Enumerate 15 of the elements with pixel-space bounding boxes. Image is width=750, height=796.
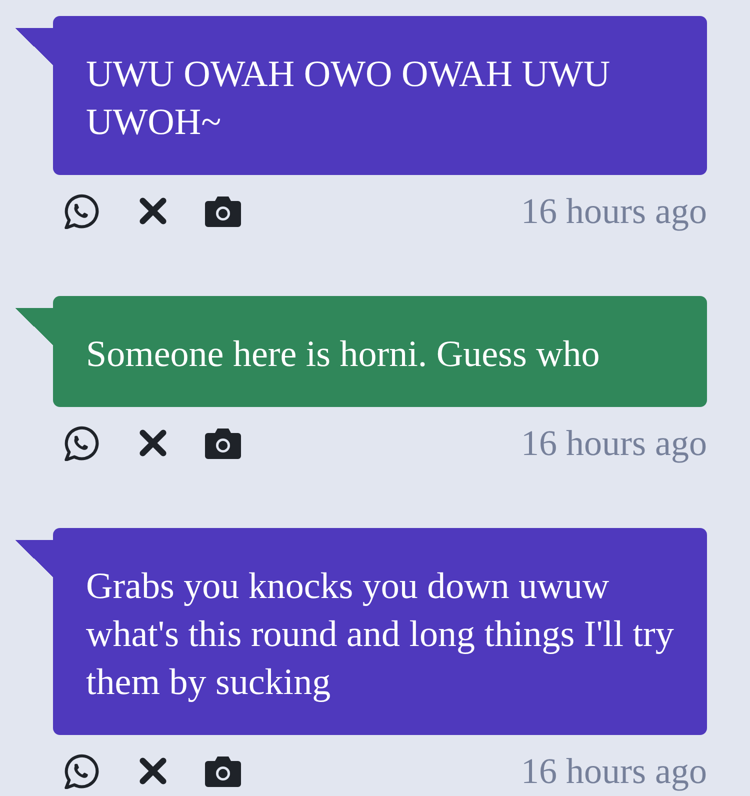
close-icon[interactable] xyxy=(139,429,167,457)
message-timestamp: 16 hours ago xyxy=(521,425,707,461)
message-text: Grabs you knocks you down uwuw what's this round and long things I'll try them by sucking xyxy=(86,565,675,705)
phone-bubble-icon[interactable] xyxy=(63,193,99,229)
message-text: Someone here is horni. Guess who xyxy=(86,333,601,377)
phone-bubble-icon[interactable] xyxy=(63,425,99,461)
message-timestamp: 16 hours ago xyxy=(521,753,707,789)
camera-icon[interactable] xyxy=(205,195,241,227)
phone-bubble-icon[interactable] xyxy=(63,753,99,789)
camera-icon[interactable] xyxy=(205,755,241,787)
close-icon[interactable] xyxy=(139,757,167,785)
close-icon[interactable] xyxy=(139,197,167,225)
message-timestamp: 16 hours ago xyxy=(521,193,707,229)
camera-icon[interactable] xyxy=(205,427,241,459)
message-text: UWU OWAH OWO OWAH UWU UWOH~ xyxy=(86,53,612,145)
